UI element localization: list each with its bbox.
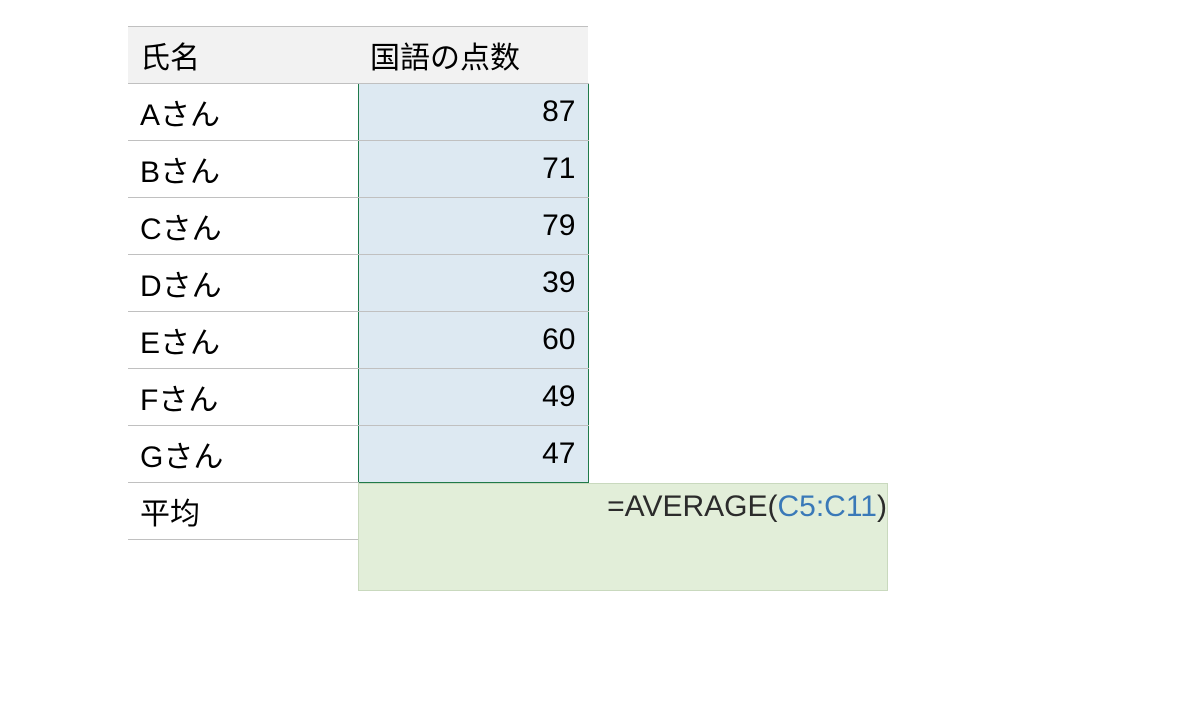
cell-score[interactable]: 49 (358, 369, 588, 426)
cell-name[interactable]: Dさん (128, 255, 358, 312)
table-row: Bさん 71 (128, 141, 588, 198)
spreadsheet-table: 氏名 国語の点数 Aさん 87 Bさん 71 Cさん 79 Dさん 39 Eさん… (128, 26, 589, 540)
table-row: Gさん 47 (128, 426, 588, 483)
header-score: 国語の点数 (358, 27, 588, 84)
header-name: 氏名 (128, 27, 358, 84)
cell-name[interactable]: Eさん (128, 312, 358, 369)
cell-name[interactable]: Fさん (128, 369, 358, 426)
formula-cell[interactable]: =AVERAGE(C5:C11) (358, 483, 588, 540)
table-avg-row: 平均 =AVERAGE(C5:C11) (128, 483, 588, 540)
cell-score[interactable]: 47 (358, 426, 588, 483)
table-row: Cさん 79 (128, 198, 588, 255)
formula-suffix: ) (877, 490, 887, 523)
avg-label[interactable]: 平均 (128, 483, 358, 540)
cell-score[interactable]: 39 (358, 255, 588, 312)
table-row: Dさん 39 (128, 255, 588, 312)
cell-score[interactable]: 71 (358, 141, 588, 198)
formula-prefix: =AVERAGE( (607, 490, 777, 523)
formula-editor[interactable]: =AVERAGE(C5:C11) (358, 483, 888, 591)
table-row: Fさん 49 (128, 369, 588, 426)
cell-name[interactable]: Cさん (128, 198, 358, 255)
cell-score[interactable]: 60 (358, 312, 588, 369)
table-header-row: 氏名 国語の点数 (128, 27, 588, 84)
formula-range: C5:C11 (778, 490, 878, 523)
table-row: Eさん 60 (128, 312, 588, 369)
table-row: Aさん 87 (128, 84, 588, 141)
cell-name[interactable]: Gさん (128, 426, 358, 483)
cell-score[interactable]: 87 (358, 84, 588, 141)
cell-score[interactable]: 79 (358, 198, 588, 255)
cell-name[interactable]: Aさん (128, 84, 358, 141)
cell-name[interactable]: Bさん (128, 141, 358, 198)
